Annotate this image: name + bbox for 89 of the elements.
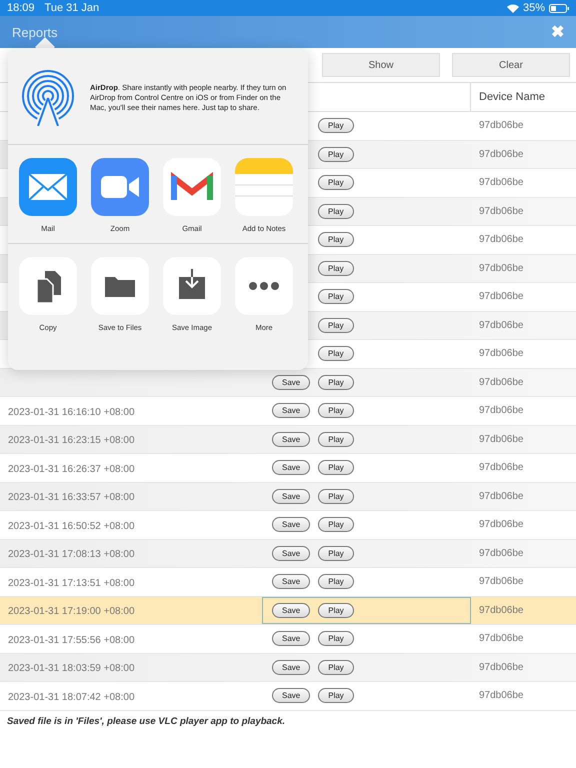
device-cell-text: 97db06be	[478, 604, 524, 616]
envelope-icon[interactable]	[19, 158, 77, 216]
date-cell-text: 2023-01-31 17:13:51 +08:00	[7, 578, 134, 589]
play-button[interactable]: Play	[318, 574, 354, 590]
play-button[interactable]: Play	[318, 204, 354, 219]
column-header: Device Name	[478, 91, 546, 103]
date-cell-text: 2023-01-31 16:23:15 +08:00	[7, 435, 134, 446]
folder-icon[interactable]	[91, 257, 149, 315]
save-button[interactable]: Save	[272, 602, 310, 618]
play-button[interactable]: Play	[318, 460, 354, 476]
play-button[interactable]: Play	[318, 432, 354, 447]
table-row[interactable]: Save Play 97db06be	[0, 368, 576, 397]
toolbar-button[interactable]: Show	[322, 53, 440, 77]
device-cell-text: 97db06be	[478, 662, 524, 673]
status-date: Tue 31 Jan	[44, 2, 100, 14]
date-cell-text: 2023-01-31 16:16:10 +08:00	[7, 406, 134, 418]
date-cell-text: 2023-01-31 18:03:59 +08:00	[7, 663, 134, 674]
device-cell-text: 97db06be	[478, 490, 524, 502]
date-cell-text: 2023-01-31 17:08:13 +08:00	[7, 549, 134, 560]
play-button[interactable]: Play	[318, 289, 354, 304]
toolbar-button[interactable]: Clear	[452, 53, 570, 77]
save-button[interactable]: Save	[272, 688, 310, 704]
play-button[interactable]: Play	[318, 118, 354, 134]
airdrop-icon[interactable]	[22, 70, 74, 126]
device-cell-text: 97db06be	[478, 234, 524, 246]
more-icon[interactable]	[235, 257, 293, 315]
device-cell-text: 97db06be	[478, 177, 524, 188]
footer-note: Saved file is in 'Files', please use VLC player app to playback.	[6, 714, 286, 728]
device-cell-text: 97db06be	[478, 462, 524, 474]
table-row[interactable]: 2023-01-31 17:19:00 +08:00 Save Play 97db06be	[0, 596, 576, 625]
save-button[interactable]: Save	[272, 660, 310, 675]
device-cell-text: 97db06be	[478, 633, 524, 644]
play-button[interactable]: Play	[318, 631, 354, 646]
save-button[interactable]: Save	[272, 631, 310, 646]
play-button[interactable]: Play	[318, 346, 354, 362]
date-cell-text: 2023-01-31 16:50:52 +08:00	[7, 520, 134, 532]
play-button[interactable]: Play	[318, 517, 354, 532]
download-icon[interactable]	[163, 257, 221, 315]
battery-icon	[549, 4, 569, 12]
device-cell-text: 97db06be	[478, 120, 524, 132]
date-cell-text: 2023-01-31 17:19:00 +08:00	[7, 606, 134, 618]
device-cell-text: 97db06be	[478, 348, 524, 360]
device-cell-text: 97db06be	[478, 206, 524, 217]
play-button[interactable]: Play	[318, 232, 354, 248]
play-button[interactable]: Play	[318, 175, 354, 190]
device-cell-text: 97db06be	[478, 376, 524, 388]
save-button[interactable]: Save	[272, 403, 310, 418]
save-button[interactable]: Save	[272, 488, 310, 504]
play-button[interactable]: Play	[318, 260, 354, 276]
page-title: Reports	[12, 24, 58, 40]
play-button[interactable]: Play	[318, 403, 354, 418]
save-button[interactable]: Save	[272, 574, 310, 590]
documents-icon[interactable]	[19, 257, 77, 315]
play-button[interactable]: Play	[318, 602, 354, 618]
device-cell-text: 97db06be	[478, 690, 524, 702]
status-time: 18:09	[7, 2, 35, 14]
save-button[interactable]: Save	[272, 432, 310, 447]
device-cell-text: 97db06be	[478, 405, 524, 416]
play-button[interactable]: Play	[318, 374, 354, 390]
play-button[interactable]: Play	[318, 688, 354, 704]
date-cell-text: 2023-01-31 18:07:42 +08:00	[7, 692, 134, 703]
save-button[interactable]: Save	[272, 546, 310, 561]
device-cell-text: 97db06be	[478, 291, 524, 302]
table-row[interactable]: 2023-01-31 16:23:15 +08:00 Save Play 97db06be	[0, 426, 576, 454]
wifi-icon	[506, 4, 519, 12]
table-row[interactable]: 2023-01-31 17:08:13 +08:00 Save Play 97db06be	[0, 540, 576, 568]
video-camera-icon[interactable]	[91, 158, 149, 216]
device-cell-text: 97db06be	[478, 262, 524, 274]
device-cell-text: 97db06be	[478, 519, 524, 530]
play-button[interactable]: Play	[318, 660, 354, 675]
play-button[interactable]: Play	[318, 488, 354, 504]
date-cell-text: 2023-01-31 17:55:56 +08:00	[7, 634, 134, 646]
play-button[interactable]: Play	[318, 318, 354, 333]
envelope-m-icon[interactable]	[163, 158, 221, 216]
save-button[interactable]: Save	[272, 460, 310, 476]
date-cell-text: 2023-01-31 16:33:57 +08:00	[7, 492, 134, 504]
save-button[interactable]: Save	[272, 517, 310, 532]
save-button[interactable]: Save	[272, 374, 310, 390]
device-cell-text: 97db06be	[478, 320, 524, 331]
table-row[interactable]: 2023-01-31 16:33:57 +08:00 Save Play 97db06be	[0, 482, 576, 511]
device-cell-text: 97db06be	[478, 434, 524, 445]
device-cell-text: 97db06be	[478, 548, 524, 559]
battery-percentage: 35%	[522, 2, 545, 14]
date-cell-text: 2023-01-31 16:26:37 +08:00	[7, 464, 134, 475]
play-button[interactable]: Play	[318, 546, 354, 561]
play-button[interactable]: Play	[318, 146, 354, 162]
device-cell-text: 97db06be	[478, 148, 524, 160]
device-cell-text: 97db06be	[478, 576, 524, 588]
table-row[interactable]: 2023-01-31 18:03:59 +08:00 Save Play 97db06be	[0, 654, 576, 682]
